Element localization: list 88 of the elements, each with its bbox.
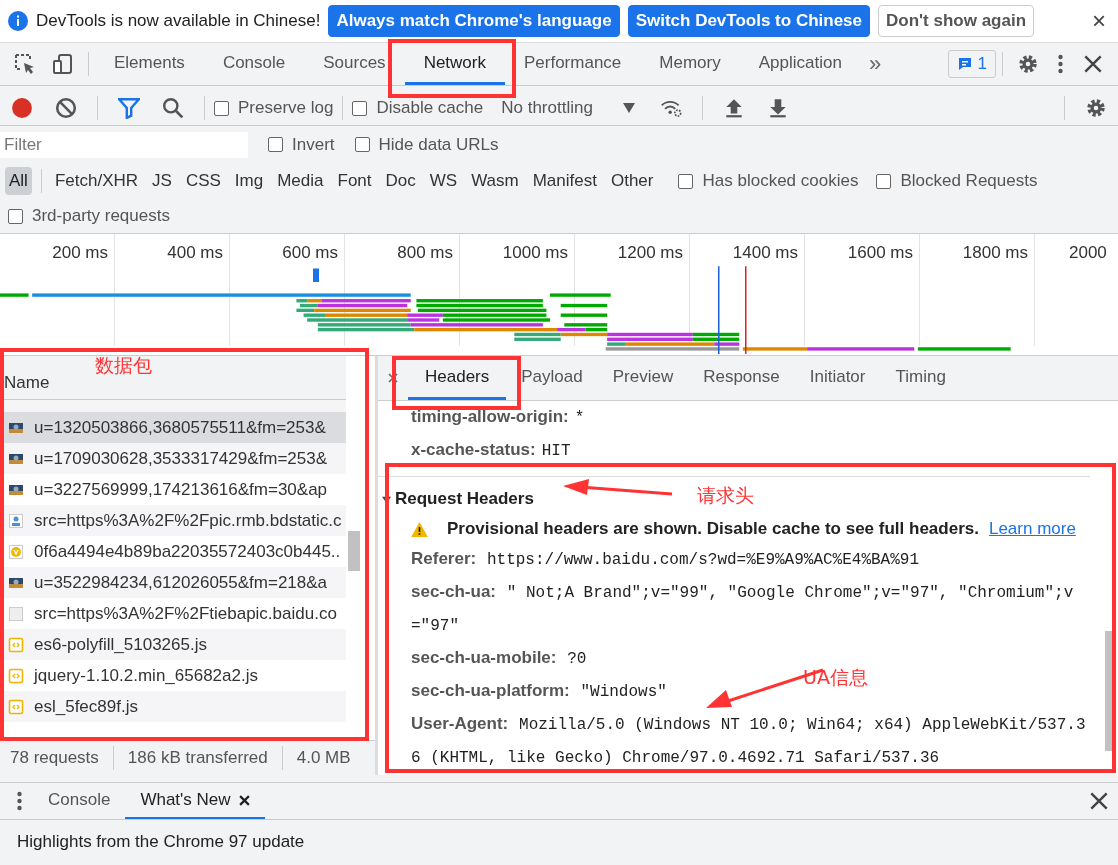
status-text: 78 requests [10, 748, 99, 768]
blocked-requests-checkbox[interactable]: Blocked Requests [876, 171, 1038, 191]
issues-badge[interactable]: 1 [947, 50, 996, 78]
type-filter-button[interactable]: Manifest [528, 167, 601, 195]
header-name: timing-allow-origin: [411, 407, 569, 426]
file-icon [8, 605, 24, 622]
header-value: HIT [541, 442, 571, 460]
third-party-checkbox[interactable]: 3rd-party requests [8, 206, 170, 226]
status-text: 186 kB transferred [127, 748, 268, 768]
detail-tab[interactable]: Headers [408, 356, 507, 400]
disable-cache-checkbox[interactable]: Disable cache [352, 98, 484, 118]
warning-icon [411, 521, 428, 537]
close-icon[interactable] [1082, 53, 1104, 75]
detail-tab[interactable]: Timing [880, 356, 961, 400]
hide-data-urls-checkbox[interactable]: Hide data URLs [354, 134, 499, 155]
time-tick-label: 1800 ms [920, 234, 1035, 346]
header-entry: sec-ch-ua: " Not;A Brand";v="99", "Google Chrome";v="97", "Chromium";v="97" [411, 581, 1075, 637]
type-filter-button[interactable]: CSS [181, 167, 225, 195]
image-file-icon [8, 512, 24, 529]
script-file-icon [8, 636, 24, 653]
header-entry: sec-ch-ua-platform: "Windows" [411, 680, 667, 703]
detail-tab[interactable]: Payload [506, 356, 598, 400]
panel-tab[interactable]: Elements [95, 43, 204, 85]
search-icon[interactable] [162, 97, 184, 119]
type-filter-button[interactable]: Fetch/XHR [50, 167, 143, 195]
status-text: 4.0 MB [296, 748, 351, 768]
type-filter-button[interactable]: Doc [381, 167, 420, 195]
detail-tab[interactable]: Response [688, 356, 795, 400]
header-entry: User-Agent: Mozilla/5.0 (Windows NT 10.0; Win64; x64) AppleWebKit/537.36 (KHTML, like Gecko) Chrome/97.0.4692.71 Safari/537.36 [411, 713, 1087, 769]
drawer-tab[interactable]: What's New [125, 783, 265, 819]
header-entry: Referer: https://www.baidu.com/s?wd=%E9%A9%AC%E4%BA%91 [411, 548, 919, 571]
more-tabs-button[interactable]: » [860, 43, 890, 85]
settings-icon[interactable] [1017, 53, 1039, 75]
preserve-log-checkbox[interactable]: Preserve log [214, 98, 334, 118]
infobar-button[interactable]: Always match Chrome's language [328, 5, 620, 37]
clear-icon[interactable] [55, 97, 77, 119]
type-filter-button[interactable]: Other [606, 167, 658, 195]
type-filter-button[interactable]: Media [273, 167, 328, 195]
scrollbar[interactable] [348, 531, 360, 571]
panel-tab[interactable]: Application [739, 43, 861, 85]
more-options-icon[interactable] [16, 790, 23, 812]
close-icon[interactable] [1088, 790, 1110, 812]
learn-more-link[interactable]: Learn more [988, 519, 1076, 539]
panel-tab[interactable]: Console [203, 43, 305, 85]
device-toolbar-icon[interactable] [52, 53, 74, 75]
type-filter-button[interactable]: Font [333, 167, 376, 195]
invert-checkbox[interactable]: Invert [268, 134, 335, 155]
filter-field[interactable]: Filter [0, 131, 248, 158]
caret-icon [622, 103, 635, 113]
favicon-icon [8, 543, 24, 560]
script-file-icon [8, 698, 24, 715]
blocked-cookies-checkbox[interactable]: Has blocked cookies [678, 171, 859, 191]
filter-icon[interactable] [118, 97, 140, 119]
detail-tab[interactable]: Initiator [794, 356, 881, 400]
type-filter-button[interactable]: Wasm [467, 167, 523, 195]
throttling-select[interactable]: No throttling [501, 98, 635, 118]
detail-tab[interactable]: Preview [597, 356, 689, 400]
info-message: DevTools is now available in Chinese! [36, 11, 321, 31]
type-filter-button[interactable]: WS [425, 167, 462, 195]
drawer-text: Highlights from the Chrome 97 update [17, 832, 305, 851]
inspect-icon[interactable] [14, 53, 36, 75]
time-tick-label: 1600 ms [805, 234, 920, 346]
settings-icon[interactable] [1085, 97, 1107, 119]
drawer-tab[interactable]: Console [33, 783, 126, 819]
info-icon [8, 11, 28, 31]
more-options-icon[interactable] [1057, 53, 1064, 75]
header-name: x-cache-status: [411, 440, 536, 459]
panel-tab[interactable]: Memory [640, 43, 740, 85]
close-button[interactable]: × [1088, 7, 1110, 35]
time-tick-label: 2000 [1068, 242, 1108, 264]
header-value: * [574, 409, 585, 427]
script-file-icon [8, 667, 24, 684]
panel-tab[interactable]: Sources [304, 43, 405, 85]
type-filter-button[interactable]: JS [148, 167, 176, 195]
type-filter-button[interactable]: Img [230, 167, 268, 195]
annotation-label: 数据包 [95, 353, 152, 378]
record-button[interactable] [11, 97, 33, 119]
infobar-button[interactable]: Switch DevTools to Chinese [627, 5, 870, 37]
header-entry: sec-ch-ua-mobile: ?0 [411, 647, 587, 670]
close-icon[interactable] [238, 794, 250, 806]
infobar-button[interactable]: Don't show again [878, 5, 1035, 37]
scrollbar[interactable] [1105, 631, 1115, 751]
panel-tab[interactable]: Network [404, 43, 505, 85]
section-title[interactable]: Request Headers [378, 477, 534, 515]
warning-text: Provisional headers are shown. Disable cache to see full headers. [447, 519, 979, 539]
annotation-label: 请求头 [697, 483, 754, 508]
type-filter-button[interactable]: All [5, 167, 32, 195]
panel-tab[interactable]: Performance [505, 43, 641, 85]
